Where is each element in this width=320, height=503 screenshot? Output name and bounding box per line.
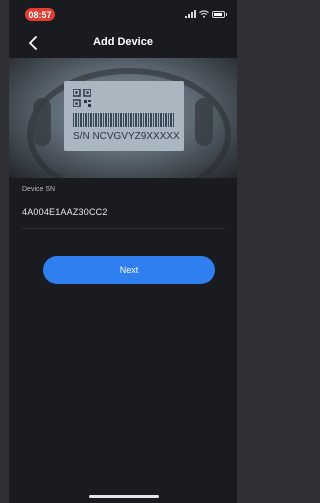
status-time: 08:57 bbox=[25, 8, 55, 21]
battery-cap bbox=[226, 12, 227, 16]
device-bump-right bbox=[195, 98, 213, 146]
home-indicator bbox=[89, 495, 159, 498]
device-sn-field[interactable]: 4A004E1AAZ30CC2 bbox=[22, 207, 108, 217]
serial-number-text: S/N NCVGVYZ9XXXXX bbox=[73, 131, 180, 142]
serial-label-card: S/N NCVGVYZ9XXXXX bbox=[64, 81, 184, 151]
qr-code-icon bbox=[73, 89, 91, 107]
status-icons bbox=[185, 10, 227, 18]
next-button[interactable]: Next bbox=[43, 256, 215, 284]
phone-screen: 08:57 Add Device S/N NCVGVYZ9XXXXX Devic… bbox=[9, 0, 237, 503]
device-illustration: S/N NCVGVYZ9XXXXX bbox=[9, 58, 237, 178]
battery-icon bbox=[212, 10, 225, 18]
device-bump-left bbox=[33, 98, 51, 146]
wifi-icon bbox=[199, 10, 209, 18]
nav-bar: Add Device bbox=[9, 30, 237, 58]
status-bar: 08:57 bbox=[9, 0, 237, 26]
barcode-icon bbox=[73, 113, 175, 127]
field-divider bbox=[22, 228, 225, 229]
device-sn-label: Device SN bbox=[22, 186, 56, 193]
page-title: Add Device bbox=[93, 36, 153, 48]
signal-icon bbox=[185, 10, 196, 18]
